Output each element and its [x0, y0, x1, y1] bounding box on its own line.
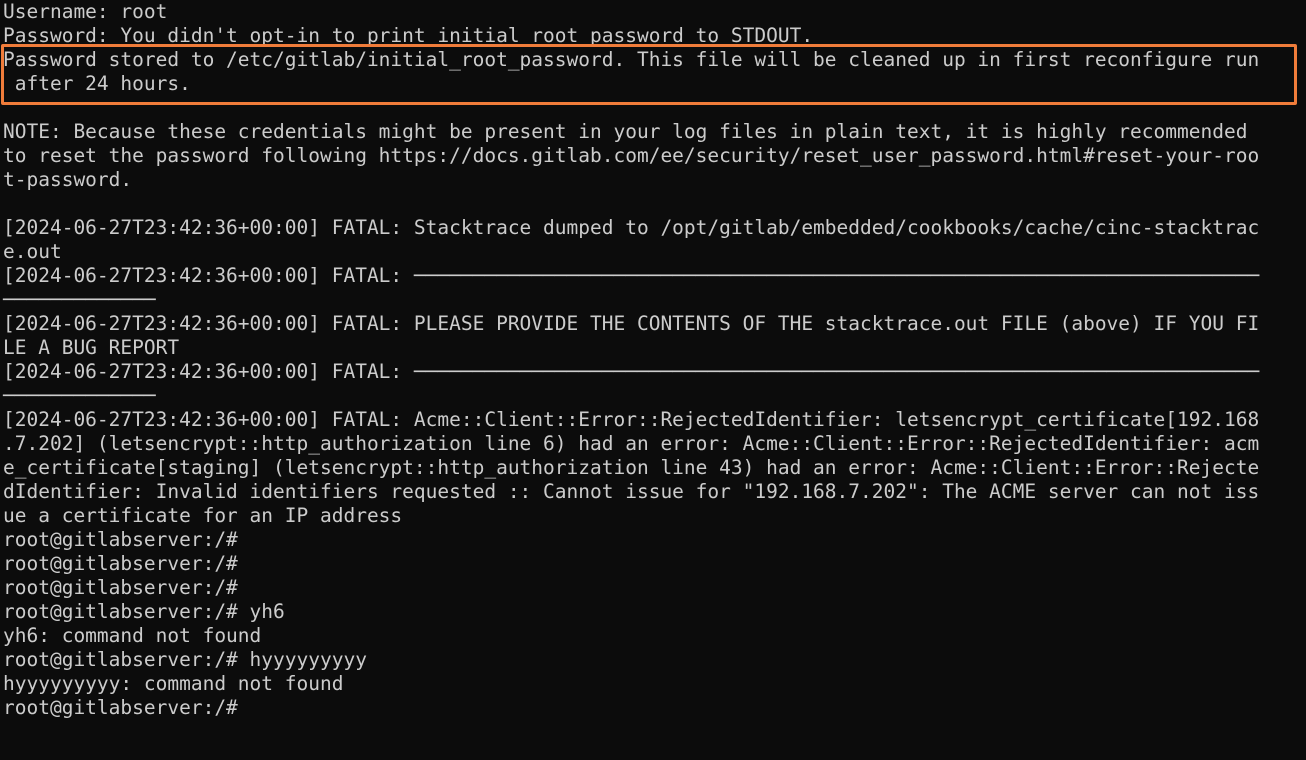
- terminal-prompt-line: root@gitlabserver:/#: [3, 528, 238, 551]
- terminal-line: [2024-06-27T23:42:36+00:00] FATAL: ─────…: [3, 264, 1260, 287]
- terminal-line: ─────────────: [3, 384, 156, 407]
- terminal-line: Password: You didn't opt-in to print ini…: [3, 24, 814, 47]
- terminal-line: [2024-06-27T23:42:36+00:00] FATAL: Acme:…: [3, 408, 1260, 431]
- terminal-line: yh6: command not found: [3, 624, 262, 647]
- terminal-line: after 24 hours.: [3, 72, 191, 95]
- terminal-prompt-line: root@gitlabserver:/#: [3, 552, 238, 575]
- terminal-prompt-line: root@gitlabserver:/#: [3, 576, 238, 599]
- terminal-prompt-line: root@gitlabserver:/# hyyyyyyyyy: [3, 648, 367, 671]
- terminal-line: Password stored to /etc/gitlab/initial_r…: [3, 48, 1260, 71]
- terminal-line: e.out: [3, 240, 62, 263]
- terminal-line: .7.202] (letsencrypt::http_authorization…: [3, 432, 1260, 455]
- terminal-line: [2024-06-27T23:42:36+00:00] FATAL: Stack…: [3, 216, 1260, 239]
- terminal-line: NOTE: Because these credentials might be…: [3, 120, 1248, 143]
- terminal-prompt-line: root@gitlabserver:/# yh6: [3, 600, 285, 623]
- terminal-line: t-password.: [3, 168, 133, 191]
- terminal-line: [2024-06-27T23:42:36+00:00] FATAL: ─────…: [3, 360, 1260, 383]
- terminal-line: ue a certificate for an IP address: [3, 504, 403, 527]
- terminal-line: to reset the password following https://…: [3, 144, 1260, 167]
- terminal-line: ─────────────: [3, 288, 156, 311]
- terminal-line: hyyyyyyyyy: command not found: [3, 672, 344, 695]
- terminal-line: dIdentifier: Invalid identifiers request…: [3, 480, 1260, 503]
- terminal-window[interactable]: Username: root Password: You didn't opt-…: [0, 0, 1306, 760]
- terminal-line: Username: root: [3, 0, 168, 23]
- terminal-active-prompt[interactable]: root@gitlabserver:/#: [3, 695, 1306, 720]
- terminal-line: LE A BUG REPORT: [3, 336, 180, 359]
- terminal-line: [2024-06-27T23:42:36+00:00] FATAL: PLEAS…: [3, 312, 1260, 335]
- terminal-line: e_certificate[staging] (letsencrypt::htt…: [3, 456, 1260, 479]
